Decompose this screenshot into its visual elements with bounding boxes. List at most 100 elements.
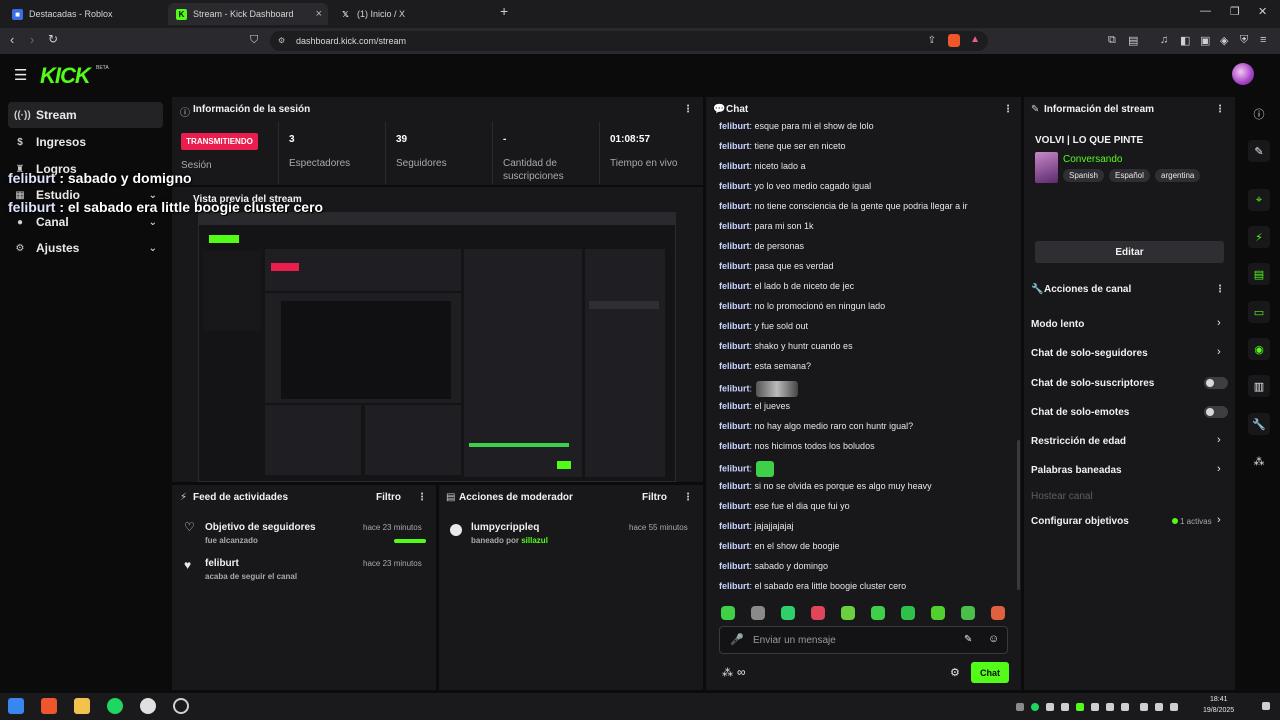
translate-icon[interactable]: ✎	[964, 634, 972, 645]
emote-icon[interactable]	[931, 606, 945, 620]
emote-icon[interactable]	[721, 606, 735, 620]
tray-spotify-icon[interactable]	[1031, 703, 1039, 711]
chat-username[interactable]: feliburt	[719, 441, 750, 451]
sidebar-item-ajustes[interactable]: ⚙ Ajustes ⌄	[8, 235, 163, 261]
site-info-icon[interactable]: ⚙	[278, 36, 285, 45]
reader-icon[interactable]: ▤	[1128, 34, 1138, 47]
points-icon[interactable]: ⁂	[722, 666, 733, 679]
wrench-rail-icon[interactable]: 🔧	[1248, 413, 1270, 435]
obs-icon[interactable]	[173, 698, 189, 714]
new-tab-button[interactable]: +	[500, 3, 508, 19]
hamburger-menu-icon[interactable]: ☰	[14, 66, 27, 84]
points-rail-icon[interactable]: ⁂	[1248, 450, 1270, 472]
emote-icon[interactable]	[991, 606, 1005, 620]
reload-icon[interactable]: ↻	[48, 32, 58, 46]
tag-espanol[interactable]: Español	[1109, 169, 1150, 182]
chat-username[interactable]: feliburt	[719, 561, 750, 571]
chat-username[interactable]: feliburt	[719, 141, 750, 151]
infinity-icon[interactable]: ∞	[737, 665, 746, 679]
more-options-icon[interactable]: ⋮	[1215, 284, 1225, 295]
chat-username[interactable]: feliburt	[719, 581, 750, 591]
layout-rail-icon[interactable]: ▥	[1248, 375, 1270, 397]
action-restriccion-edad[interactable]: Restricción de edad	[1031, 436, 1126, 447]
tab-x[interactable]: 𝕏 (1) Inicio / X	[332, 3, 492, 25]
moderator-by[interactable]: sillazul	[521, 536, 548, 545]
chat-username[interactable]: feliburt	[719, 421, 750, 431]
brave-shield-icon[interactable]	[948, 34, 960, 47]
chevron-right-icon[interactable]: ›	[1217, 514, 1221, 526]
minimize-icon[interactable]: —	[1200, 5, 1211, 17]
chevron-right-icon[interactable]: ›	[1217, 346, 1221, 358]
action-modo-lento[interactable]: Modo lento	[1031, 319, 1084, 330]
chat-username[interactable]: feliburt	[719, 541, 750, 551]
emote-icon[interactable]	[781, 606, 795, 620]
bolt-rail-icon[interactable]: ⚡	[1248, 226, 1270, 248]
toggle-solo-suscriptores[interactable]	[1204, 377, 1228, 389]
file-explorer-icon[interactable]	[74, 698, 90, 714]
kick-logo[interactable]: KICK	[40, 63, 91, 89]
chevron-right-icon[interactable]: ›	[1217, 434, 1221, 446]
chat-username[interactable]: feliburt	[719, 201, 750, 211]
url-bar[interactable]: ⚙ dashboard.kick.com/stream ⇪ ▲	[270, 31, 988, 51]
action-solo-suscriptores[interactable]: Chat de solo-suscriptores	[1031, 378, 1154, 389]
chat-username[interactable]: feliburt	[719, 181, 750, 191]
spotify-icon[interactable]	[107, 698, 123, 714]
menu-icon[interactable]: ≡	[1260, 34, 1266, 46]
info-rail-icon[interactable]: ⓘ	[1248, 103, 1270, 125]
activity-filter-button[interactable]: Filtro	[376, 492, 401, 503]
tab-roblox[interactable]: ■ Destacadas - Roblox	[4, 3, 164, 25]
tray-network-icon[interactable]	[1140, 703, 1148, 711]
taskbar-date[interactable]: 19/8/2025	[1203, 707, 1234, 714]
sidebar-toggle-icon[interactable]: ◧	[1180, 34, 1190, 47]
tray-bluetooth-icon[interactable]	[1061, 703, 1069, 711]
emote-icon[interactable]	[871, 606, 885, 620]
sidebar-item-stream[interactable]: ((·)) Stream	[8, 102, 163, 128]
notifications-icon[interactable]	[1262, 702, 1270, 710]
tray-volume-icon[interactable]	[1155, 703, 1163, 711]
microphone-icon[interactable]: 🎤	[730, 633, 744, 646]
emote-icon[interactable]	[901, 606, 915, 620]
chat-username[interactable]: feliburt	[719, 281, 750, 291]
tray-app2-icon[interactable]	[1106, 703, 1114, 711]
tray-steam-icon[interactable]	[1091, 703, 1099, 711]
chevron-right-icon[interactable]: ›	[1217, 463, 1221, 475]
broadcast-rail-icon[interactable]: ◉	[1248, 338, 1270, 360]
action-solo-emotes[interactable]: Chat de solo-emotes	[1031, 407, 1129, 418]
restore-icon[interactable]: ❐	[1230, 5, 1240, 18]
tray-chevron-icon[interactable]	[1016, 703, 1024, 711]
chat-send-button[interactable]: Chat	[971, 662, 1009, 683]
media-icon[interactable]: ♫	[1160, 34, 1168, 46]
chat-settings-icon[interactable]: ⚙	[950, 666, 960, 679]
taskbar-time[interactable]: 18:41	[1210, 696, 1228, 703]
action-palabras-baneadas[interactable]: Palabras baneadas	[1031, 465, 1122, 476]
vpn-icon[interactable]: ◈	[1220, 34, 1228, 47]
more-options-icon[interactable]: ⋮	[417, 492, 427, 503]
close-tab-icon[interactable]: ×	[316, 8, 322, 20]
chevron-right-icon[interactable]: ›	[1217, 317, 1221, 329]
close-window-icon[interactable]: ✕	[1258, 5, 1267, 18]
chat-username[interactable]: feliburt	[719, 481, 750, 491]
chat-username[interactable]: feliburt	[719, 361, 750, 371]
action-configurar-objetivos[interactable]: Configurar objetivos	[1031, 516, 1129, 527]
tray-app3-icon[interactable]	[1121, 703, 1129, 711]
chat-username[interactable]: feliburt	[719, 341, 750, 351]
chat-username[interactable]: feliburt	[719, 261, 750, 271]
extensions-icon[interactable]: ⧉	[1108, 34, 1116, 47]
moderator-filter-button[interactable]: Filtro	[642, 492, 667, 503]
chat-username[interactable]: feliburt	[719, 161, 750, 171]
more-options-icon[interactable]: ⋮	[683, 104, 693, 115]
edit-stream-button[interactable]: Editar	[1035, 241, 1224, 263]
tab-kick-dashboard[interactable]: K Stream - Kick Dashboard ×	[168, 3, 328, 25]
chat-username[interactable]: feliburt	[719, 221, 750, 231]
chat-username[interactable]: feliburt	[719, 501, 750, 511]
emote-icon[interactable]	[841, 606, 855, 620]
action-solo-seguidores[interactable]: Chat de solo-seguidores	[1031, 348, 1148, 359]
chat-username[interactable]: feliburt	[719, 383, 750, 393]
tray-battery-icon[interactable]	[1170, 703, 1178, 711]
emoji-icon[interactable]: ☺	[988, 633, 999, 645]
windows-start-icon[interactable]	[8, 698, 24, 714]
chat-input-box[interactable]: 🎤 Enviar un mensaje ✎ ☺	[719, 626, 1008, 654]
emote-icon[interactable]	[811, 606, 825, 620]
chat-rail-icon[interactable]: ▭	[1248, 301, 1270, 323]
tray-app-icon[interactable]	[1046, 703, 1054, 711]
